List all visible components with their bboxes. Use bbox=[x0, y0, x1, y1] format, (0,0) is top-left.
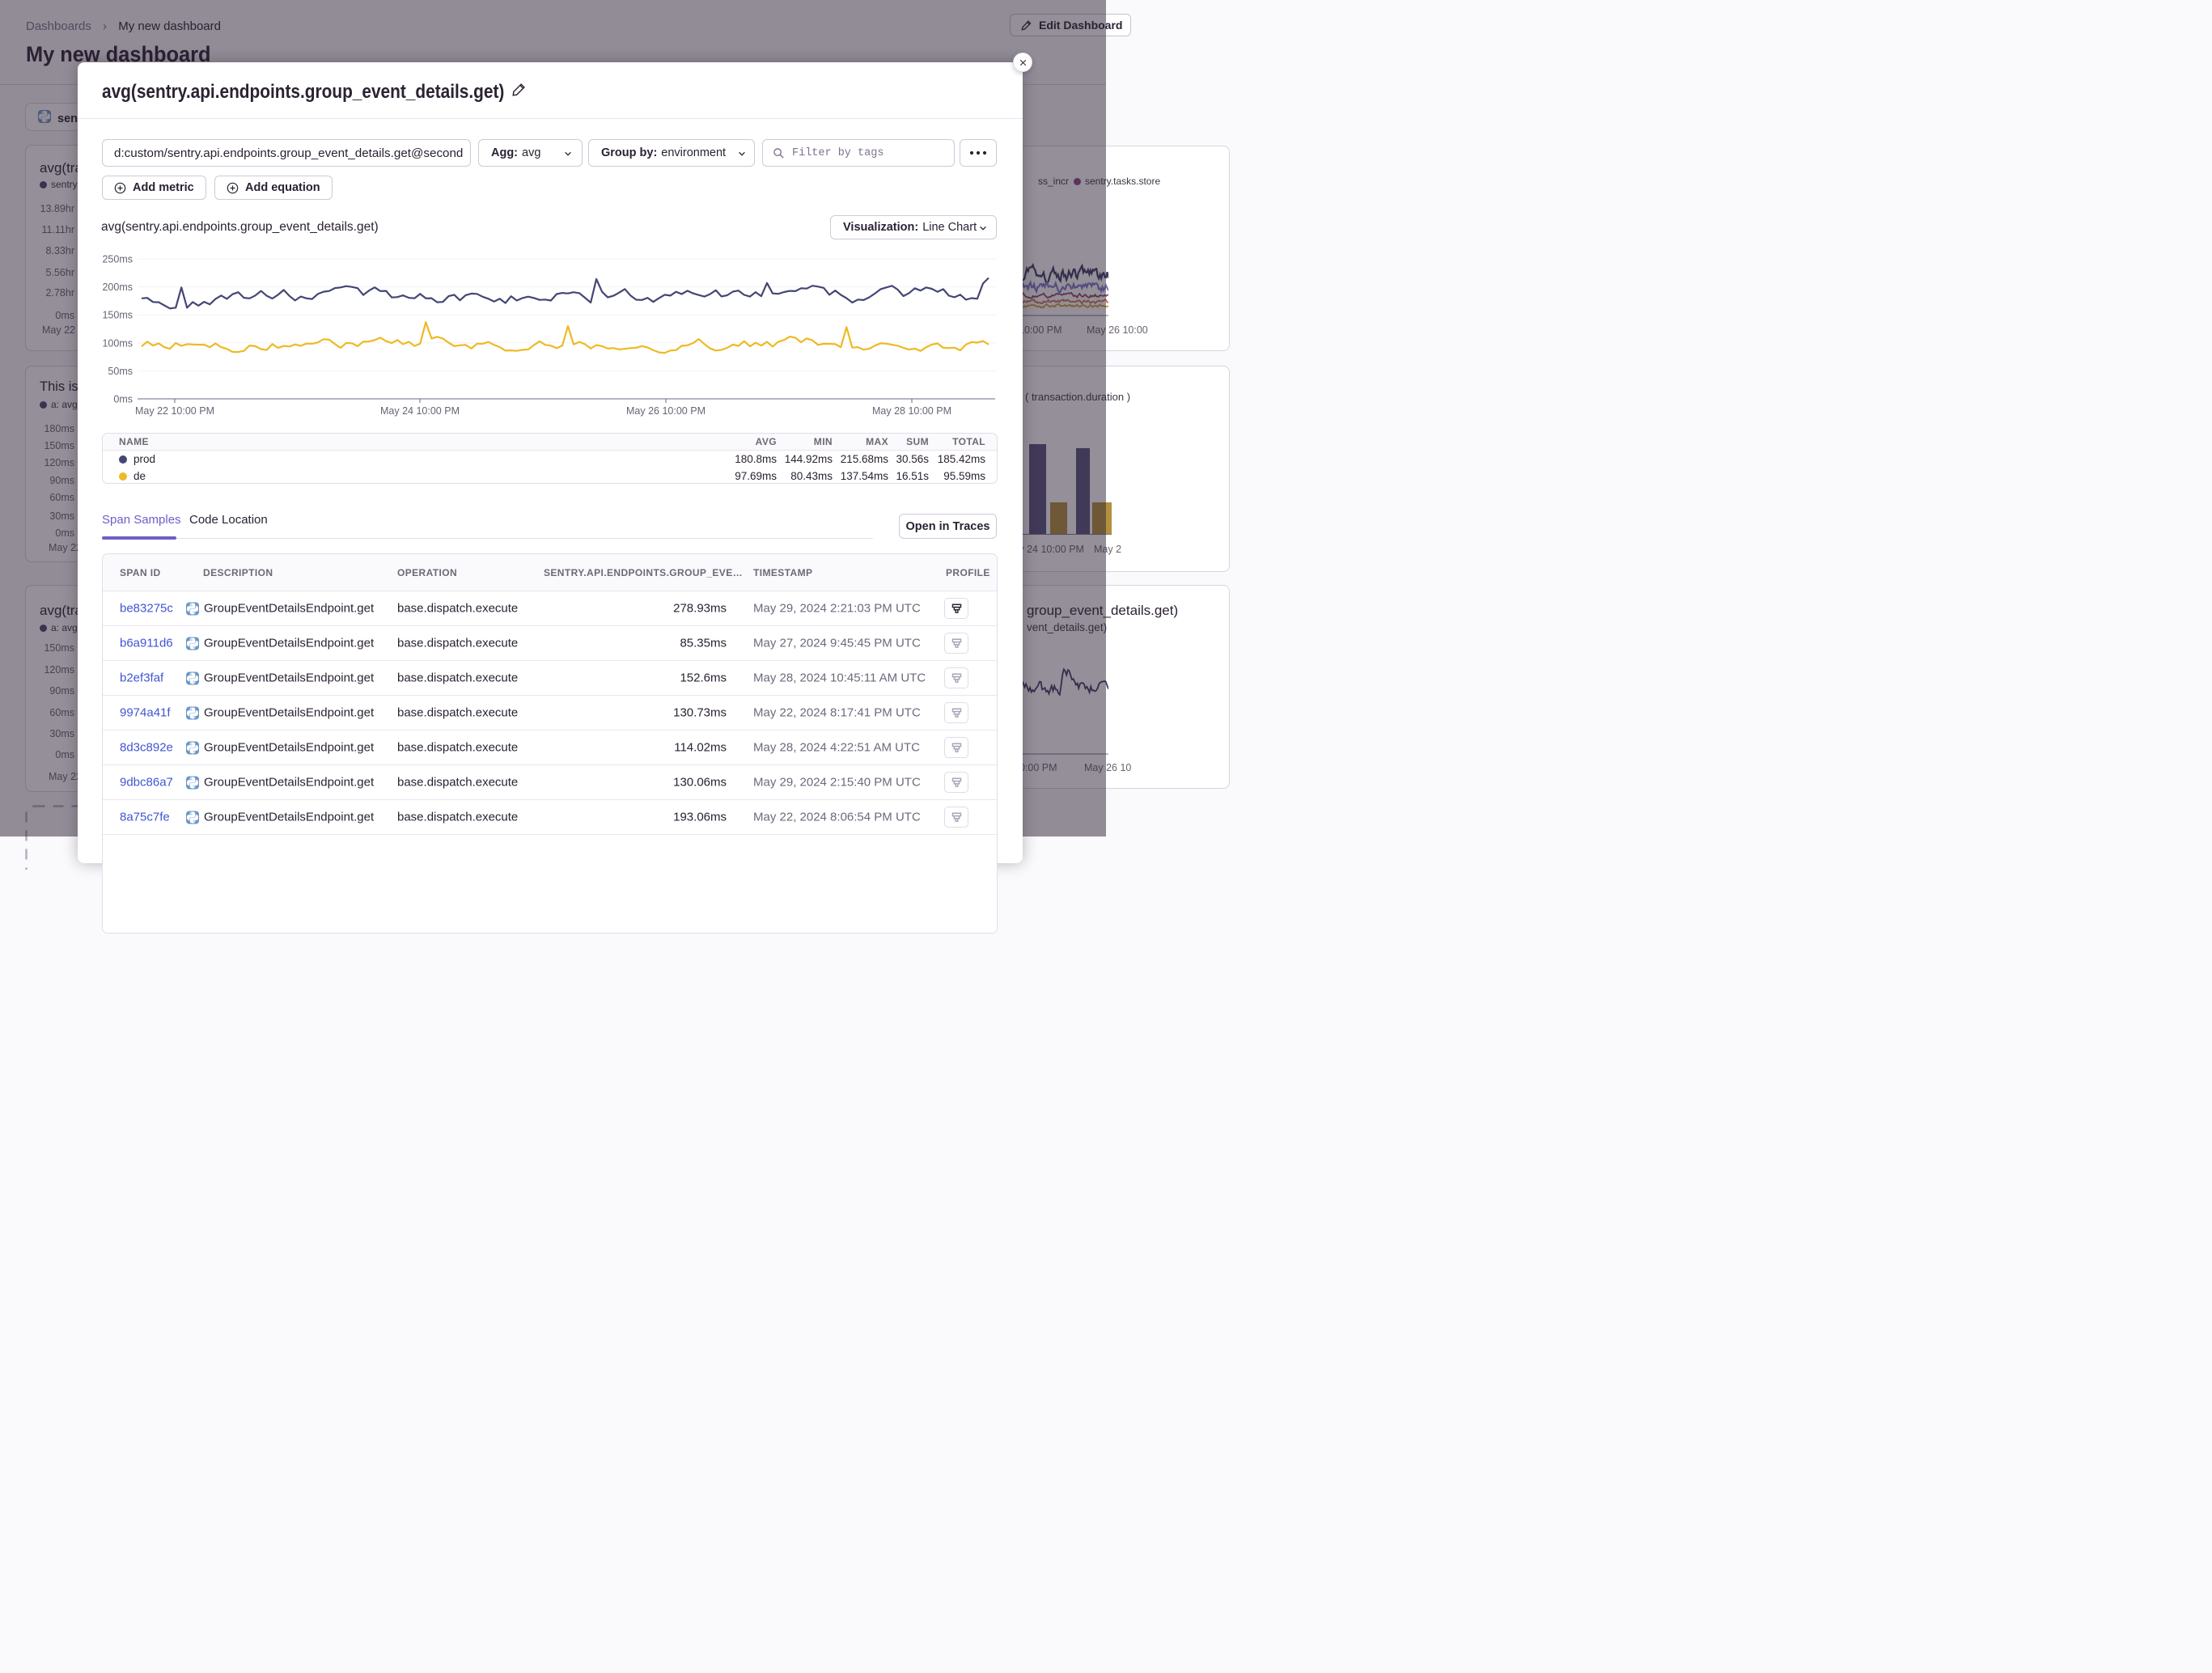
svg-text:200ms: 200ms bbox=[102, 282, 133, 293]
svg-text:150ms: 150ms bbox=[102, 310, 133, 321]
svg-text:0ms: 0ms bbox=[113, 394, 133, 405]
svg-text:May 24 10:00 PM: May 24 10:00 PM bbox=[380, 405, 460, 417]
svg-text:May 26 10:00 PM: May 26 10:00 PM bbox=[626, 405, 706, 417]
svg-text:250ms: 250ms bbox=[102, 254, 133, 265]
svg-text:50ms: 50ms bbox=[108, 366, 133, 377]
svg-text:May 28 10:00 PM: May 28 10:00 PM bbox=[872, 405, 951, 417]
svg-text:May 22 10:00 PM: May 22 10:00 PM bbox=[135, 405, 214, 417]
svg-text:100ms: 100ms bbox=[102, 337, 133, 349]
